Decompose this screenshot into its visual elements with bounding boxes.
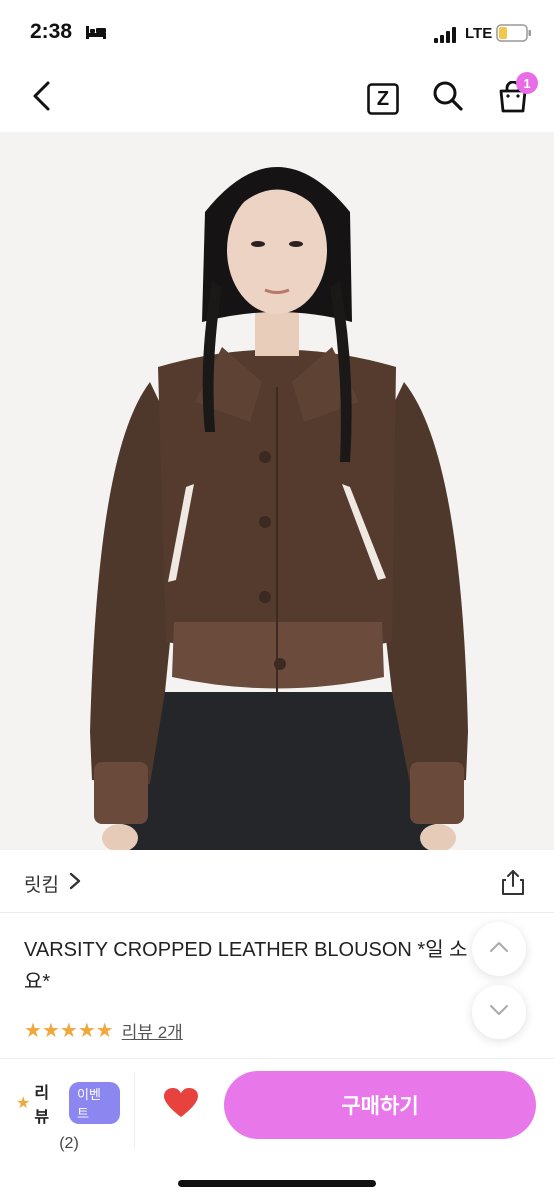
back-button[interactable] (22, 78, 62, 118)
brand-row: 릿킴 (0, 860, 554, 910)
scroll-up-button[interactable] (472, 922, 526, 976)
vertical-divider (134, 1073, 135, 1149)
home-indicator[interactable] (178, 1180, 376, 1187)
product-photo (0, 132, 554, 850)
rating-stars: ★ ★ ★ ★ ★ (24, 1021, 114, 1041)
share-icon (500, 868, 526, 901)
signal-icon (434, 27, 460, 48)
status-bar: 2:38 LTE (0, 0, 554, 66)
bottom-action-bar: ★ 리뷰 이벤트 (2) 구매하기 (0, 1058, 554, 1200)
star-icon: ★ (95, 1019, 114, 1042)
review-count-link[interactable]: 리뷰 2개 (122, 1018, 183, 1043)
event-badge: 이벤트 (69, 1082, 120, 1124)
star-icon: ★ (77, 1019, 96, 1042)
search-button[interactable] (428, 78, 468, 118)
bed-icon (85, 24, 107, 45)
rating-row: ★ ★ ★ ★ ★ 리뷰 2개 (24, 1018, 183, 1043)
star-icon: ★ (24, 1019, 42, 1042)
scroll-down-button[interactable] (472, 985, 526, 1039)
brand-link[interactable]: 릿킴 (24, 870, 81, 897)
chevron-down-icon (489, 1003, 509, 1021)
top-nav: Z 1 (0, 66, 554, 132)
review-label: 리뷰 (34, 1085, 50, 1126)
brand-name: 릿킴 (24, 875, 59, 896)
share-button[interactable] (498, 868, 528, 900)
divider (0, 912, 554, 913)
star-icon: ★ (59, 1019, 78, 1042)
review-summary[interactable]: ★ 리뷰 이벤트 (2) (16, 1079, 120, 1152)
cart-count-badge: 1 (516, 72, 538, 94)
buy-button[interactable]: 구매하기 (224, 1071, 536, 1139)
wishlist-button[interactable] (160, 1085, 202, 1125)
product-title: VARSITY CROPPED LEATHER BLOUSON *일 소요* (24, 939, 468, 993)
chevron-up-icon (489, 940, 509, 958)
star-icon: ★ (41, 1019, 60, 1042)
chevron-right-icon (69, 872, 81, 896)
heart-icon (163, 1087, 199, 1124)
search-icon (432, 80, 464, 117)
battery-icon (496, 24, 532, 47)
product-image[interactable] (0, 132, 554, 850)
z-button[interactable]: Z (364, 80, 402, 118)
z-icon: Z (367, 83, 399, 115)
chevron-left-icon (30, 80, 54, 117)
status-time: 2:38 (30, 20, 73, 43)
network-label: LTE (465, 25, 493, 42)
z-label: Z (376, 87, 390, 110)
cart-button[interactable]: 1 (492, 72, 538, 120)
review-count: (2) (59, 1135, 79, 1152)
star-icon: ★ (16, 1095, 31, 1112)
